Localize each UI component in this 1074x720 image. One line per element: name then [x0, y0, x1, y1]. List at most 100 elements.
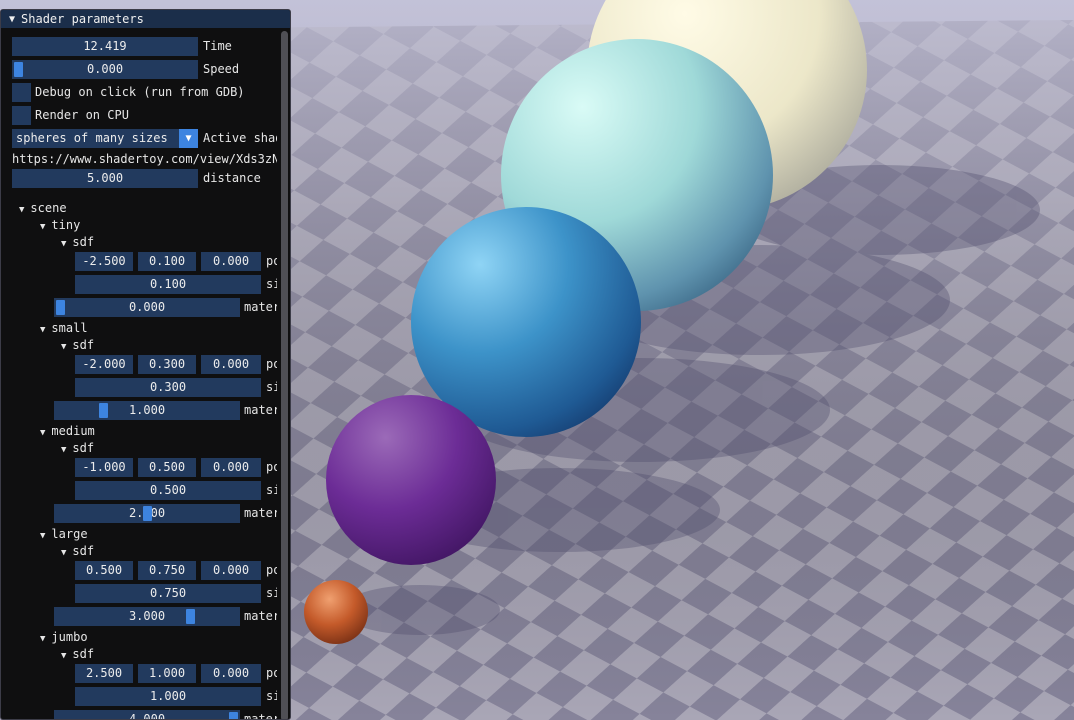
tree-node-sdf[interactable]: ▼ sdf: [61, 646, 94, 662]
tree-node-scene[interactable]: ▼ scene: [19, 200, 67, 216]
pos-x-drag[interactable]: -1.000: [75, 458, 133, 477]
pos-y-drag[interactable]: 1.000: [138, 664, 196, 683]
sphere-small: [326, 395, 496, 565]
speed-label: Speed: [203, 62, 240, 76]
material-slider-grab[interactable]: [229, 712, 238, 719]
size-label: size: [266, 380, 277, 394]
tree-label-sdf: sdf: [72, 235, 95, 249]
window-titlebar[interactable]: ▼ Shader parameters: [1, 10, 290, 28]
tree-label-sdf: sdf: [72, 647, 95, 661]
material-slider-grab[interactable]: [56, 300, 65, 315]
size-label: size: [266, 277, 277, 291]
pos-z-drag[interactable]: 0.000: [201, 458, 261, 477]
tree-node-small[interactable]: ▼ small: [40, 320, 88, 336]
material-label: material: [244, 609, 277, 623]
material-value: 1.000: [128, 403, 166, 417]
distance-drag[interactable]: 5.000: [12, 169, 198, 188]
tree-label-scene: scene: [30, 201, 67, 215]
material-slider-grab[interactable]: [185, 609, 195, 624]
material-slider-grab[interactable]: [99, 403, 109, 418]
tree-node-sdf[interactable]: ▼ sdf: [61, 337, 94, 353]
tree-label-small: small: [51, 321, 88, 335]
tree-open-arrow-icon: ▼: [61, 651, 67, 661]
pos-y-drag[interactable]: 0.750: [138, 561, 196, 580]
debug-checkbox[interactable]: [12, 83, 31, 102]
pos-label: pos: [266, 563, 277, 577]
window-body: 12.419 Time 0.000 Speed Debug on click (…: [1, 29, 290, 719]
speed-slider[interactable]: 0.000: [12, 60, 198, 79]
material-slider[interactable]: 3.000: [54, 607, 240, 626]
vertical-scrollbar[interactable]: [281, 31, 288, 719]
material-label: material: [244, 506, 277, 520]
collapse-arrow-icon[interactable]: ▼: [9, 14, 15, 25]
shader-parameters-window[interactable]: ▼ Shader parameters 12.419 Time 0.000 Sp…: [0, 9, 291, 720]
size-drag[interactable]: 1.000: [75, 687, 261, 706]
scrollbar-thumb[interactable]: [281, 31, 288, 719]
material-label: material: [244, 300, 277, 314]
window-title: Shader parameters: [21, 12, 144, 26]
size-drag[interactable]: 0.100: [75, 275, 261, 294]
material-label: material: [244, 712, 277, 720]
tree-open-arrow-icon: ▼: [61, 239, 67, 249]
tree-label-jumbo: jumbo: [51, 630, 88, 644]
tree-node-medium[interactable]: ▼ medium: [40, 423, 95, 439]
material-value: 3.000: [128, 609, 166, 623]
tree-label-medium: medium: [51, 424, 95, 438]
speed-slider-grab[interactable]: [14, 62, 23, 77]
render-cpu-checkbox[interactable]: [12, 106, 31, 125]
tree-node-jumbo[interactable]: ▼ jumbo: [40, 629, 88, 645]
tree-node-sdf[interactable]: ▼ sdf: [61, 234, 94, 250]
material-label: material: [244, 403, 277, 417]
material-value: 4.000: [128, 712, 166, 720]
time-label: Time: [203, 39, 232, 53]
sphere-tiny: [304, 580, 368, 644]
size-label: size: [266, 483, 277, 497]
debug-label: Debug on click (run from GDB): [35, 85, 245, 99]
tree-label-large: large: [51, 527, 88, 541]
tree-label-sdf: sdf: [72, 544, 95, 558]
tree-node-sdf[interactable]: ▼ sdf: [61, 440, 94, 456]
size-drag[interactable]: 0.300: [75, 378, 261, 397]
pos-y-drag[interactable]: 0.500: [138, 458, 196, 477]
tree-label-sdf: sdf: [72, 338, 95, 352]
pos-y-drag[interactable]: 0.300: [138, 355, 196, 374]
render-cpu-label: Render on CPU: [35, 108, 129, 122]
material-slider[interactable]: 1.000: [54, 401, 240, 420]
active-shader-combo[interactable]: spheres of many sizes: [12, 129, 179, 148]
pos-x-drag[interactable]: -2.500: [75, 252, 133, 271]
pos-z-drag[interactable]: 0.000: [201, 561, 261, 580]
pos-z-drag[interactable]: 0.000: [201, 664, 261, 683]
pos-x-drag[interactable]: 2.500: [75, 664, 133, 683]
pos-label: pos: [266, 357, 277, 371]
pos-x-drag[interactable]: -2.000: [75, 355, 133, 374]
active-shader-label: Active shader: [203, 131, 277, 145]
tree-node-tiny[interactable]: ▼ tiny: [40, 217, 80, 233]
tree-node-sdf[interactable]: ▼ sdf: [61, 543, 94, 559]
material-slider[interactable]: 4.000: [54, 710, 240, 720]
pos-z-drag[interactable]: 0.000: [201, 252, 261, 271]
tree-node-large[interactable]: ▼ large: [40, 526, 88, 542]
material-slider[interactable]: 0.000: [54, 298, 240, 317]
size-drag[interactable]: 0.750: [75, 584, 261, 603]
tree-open-arrow-icon: ▼: [61, 548, 67, 558]
pos-y-drag[interactable]: 0.100: [138, 252, 196, 271]
pos-x-drag[interactable]: 0.500: [75, 561, 133, 580]
tree-label-tiny: tiny: [51, 218, 81, 232]
tree-label-sdf: sdf: [72, 441, 95, 455]
tree-open-arrow-icon: ▼: [61, 445, 67, 455]
time-drag[interactable]: 12.419: [12, 37, 198, 56]
tree-open-arrow-icon: ▼: [40, 634, 46, 644]
tree-open-arrow-icon: ▼: [40, 428, 46, 438]
tree-open-arrow-icon: ▼: [40, 325, 46, 335]
size-drag[interactable]: 0.500: [75, 481, 261, 500]
size-label: size: [266, 586, 277, 600]
pos-label: pos: [266, 254, 277, 268]
pos-z-drag[interactable]: 0.000: [201, 355, 261, 374]
pos-label: pos: [266, 666, 277, 680]
speed-value: 0.000: [86, 62, 124, 76]
material-slider-grab[interactable]: [142, 506, 152, 521]
material-value: 0.000: [128, 300, 166, 314]
combo-arrow-icon[interactable]: ▼: [179, 129, 198, 148]
tree-open-arrow-icon: ▼: [19, 205, 25, 215]
tree-open-arrow-icon: ▼: [61, 342, 67, 352]
